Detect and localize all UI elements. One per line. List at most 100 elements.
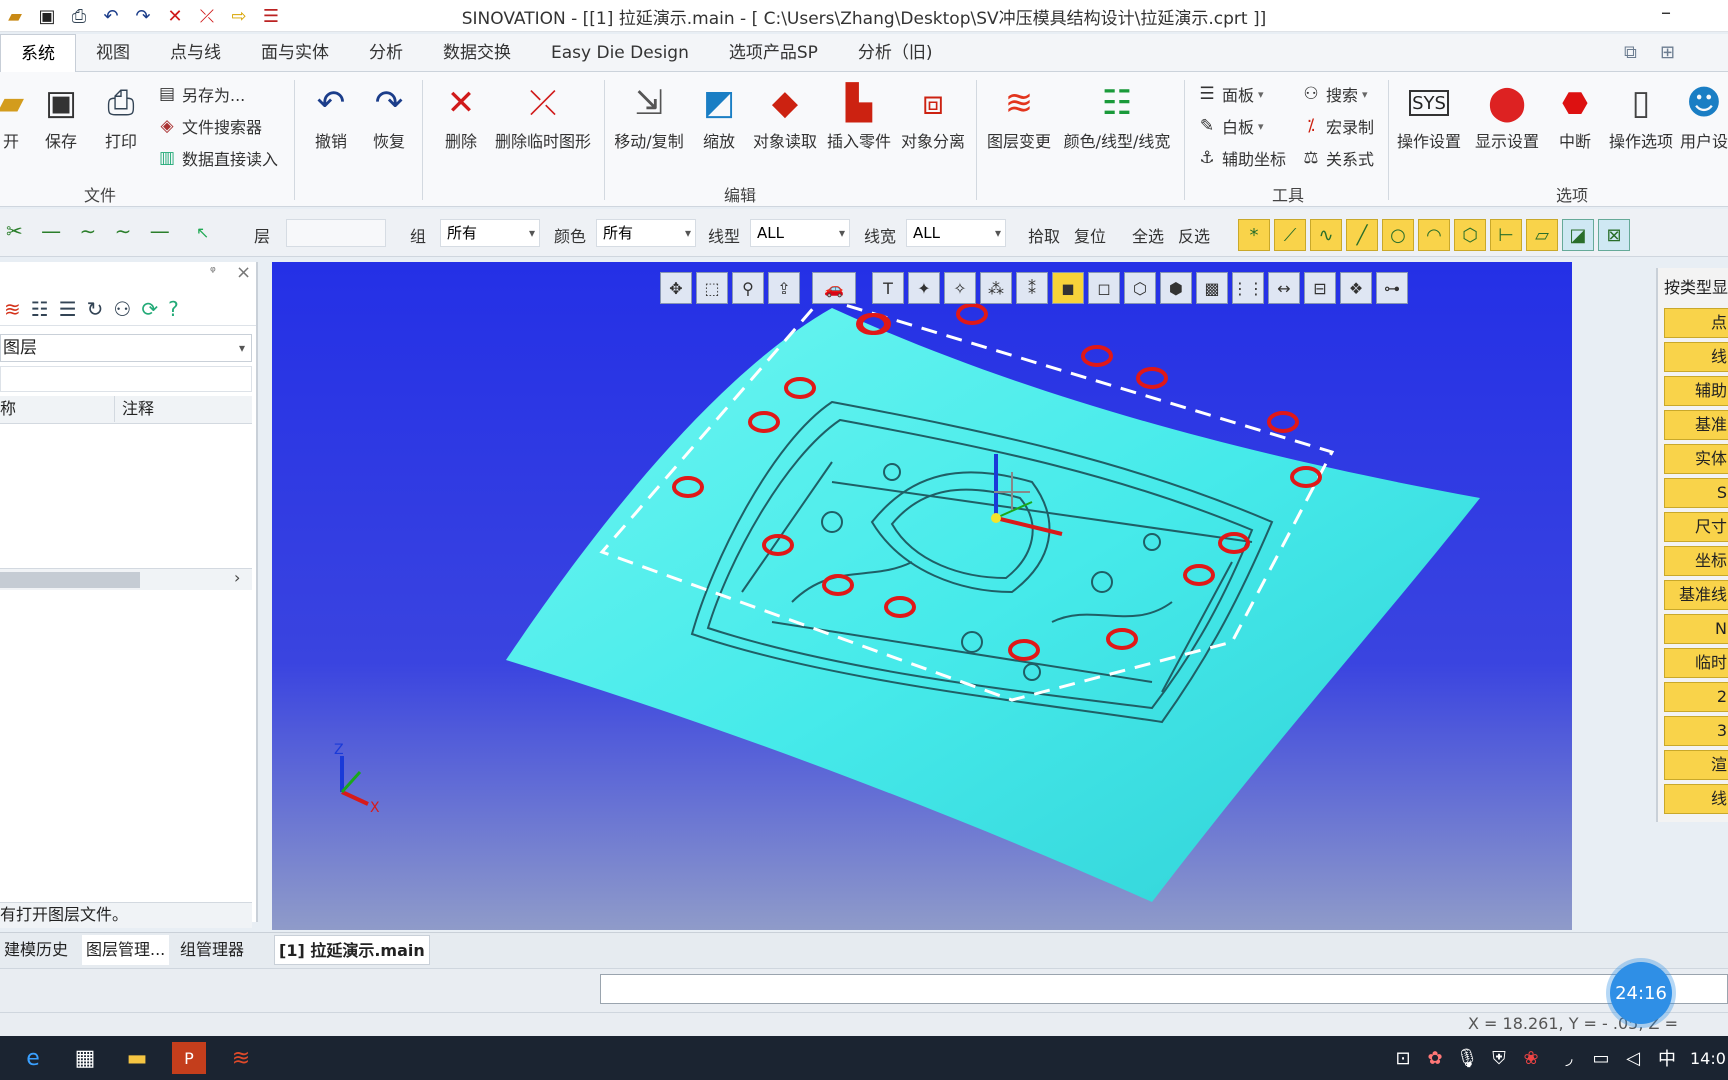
microphone-icon[interactable]: 🎙 [1450,1042,1484,1074]
type-button-datum[interactable]: 基准 [1664,410,1728,440]
sync-icon[interactable]: ⟳ [141,297,158,321]
edge-icon[interactable]: e [16,1042,50,1074]
stop-button[interactable]: ⬣ 中断 [1544,82,1606,152]
type-button-render[interactable]: 渲 [1664,750,1728,780]
tray-flower-icon[interactable]: ❀ [1514,1042,1548,1074]
volume-icon[interactable]: ◁ [1616,1042,1650,1074]
group-select[interactable]: 所有 ▾ [440,219,540,247]
tab-group-manager[interactable]: 组管理器 [176,935,248,965]
calculator-icon[interactable]: ▦ [68,1042,102,1074]
surface-snap-icon[interactable]: ▱ [1526,219,1558,251]
help-icon[interactable]: ? [168,297,179,321]
layer-change-button[interactable]: ≋ 图层变更 [987,82,1051,152]
type-button-2[interactable]: 2 [1664,682,1728,712]
select-all-button[interactable]: 全选 [1132,223,1164,247]
battery-icon[interactable]: ▭ [1584,1042,1618,1074]
grid-icon[interactable]: ⋮⋮ [1232,272,1264,304]
render-icon[interactable]: ❖ [1340,272,1372,304]
wire-cube-icon[interactable]: ◻ [1088,272,1120,304]
object-separate-button[interactable]: ⧈ 对象分离 [901,82,965,152]
tab-system[interactable]: 系统 [0,33,76,72]
bulb-icon[interactable]: ✦ [908,272,940,304]
tab-layer-manager[interactable]: 图层管理... [82,935,170,965]
tab-analysis[interactable]: 分析 [349,34,423,72]
panel-button[interactable]: ☰ 面板 ▾ [1196,82,1263,106]
color-select[interactable]: 所有 ▾ [596,219,696,247]
tab-point-line[interactable]: 点与线 [150,34,241,72]
file-search-button[interactable]: ◈ 文件搜索器 [156,114,262,138]
horizontal-scrollbar[interactable]: › [0,568,252,590]
invert-selection-button[interactable]: 反选 [1178,223,1210,247]
layout-icon[interactable]: ⊞ [1660,42,1675,63]
tab-easy-die-design[interactable]: Easy Die Design [531,34,709,72]
direct-read-button[interactable]: ▥ 数据直接读入 [156,146,278,170]
column-name[interactable]: 称 [0,396,16,422]
scroll-thumb[interactable] [0,572,140,588]
3d-viewport[interactable]: Z X ✥ ⬚ ⚲ ⇪ 🚗 T ✦ ✧ ⁂ ⁑ ◼ ◻ ⬡ ⬢ ▩ ⋮⋮ ↔ ⊟… [272,262,1572,930]
whiteboard-button[interactable]: ✎ 白板 ▾ [1196,114,1264,138]
segment-snap-icon[interactable]: ╱ [1346,219,1378,251]
user-settings-button[interactable]: ☻ 用户设 [1680,82,1728,152]
chevron-right-icon[interactable]: › [234,568,240,587]
tab-data-exchange[interactable]: 数据交换 [423,34,531,72]
pin-icon[interactable]: ᵠ [210,264,216,280]
save-button[interactable]: ▣ 保存 [30,82,92,152]
layers-icon[interactable]: ≋ [4,297,21,321]
type-button-wire[interactable]: 线 [1664,784,1728,814]
op-options-button[interactable]: ▯ 操作选项 [1609,82,1673,152]
checklist-icon[interactable]: ☰ [59,297,77,321]
linetype-select[interactable]: ALL ▾ [750,219,850,247]
shaded-cube-icon[interactable]: ◼ [1052,272,1084,304]
list-icon[interactable]: ☷ [31,297,49,321]
relation-button[interactable]: ⚖ 关系式 [1300,146,1374,170]
search-button[interactable]: ⚇ 搜索 ▾ [1300,82,1367,106]
type-button-s[interactable]: S [1664,478,1728,508]
op-settings-button[interactable]: SYS 操作设置 [1397,82,1461,152]
aux-coord-button[interactable]: ⚓ 辅助坐标 [1196,146,1286,170]
hidden-cube-icon[interactable]: ⬡ [1124,272,1156,304]
light-group-icon[interactable]: ⁑ [1016,272,1048,304]
type-icon[interactable]: T [872,272,904,304]
tab-option-product[interactable]: 选项产品SP [709,34,838,72]
spline-snap-icon[interactable]: ∿ [1310,219,1342,251]
solid-cube-icon[interactable]: ▩ [1196,272,1228,304]
circle-snap-icon[interactable]: ○ [1382,219,1414,251]
tab-document[interactable]: [1] 拉延演示.main [274,935,430,965]
ime-language[interactable]: 中 [1650,1042,1684,1074]
close-icon[interactable]: × [236,262,251,283]
tray-app-icon[interactable]: ✿ [1418,1042,1452,1074]
measure-icon[interactable]: ↔ [1268,272,1300,304]
zoom-icon[interactable]: ⚲ [732,272,764,304]
type-button-temp[interactable]: 临时 [1664,648,1728,678]
move-copy-button[interactable]: ⇲ 移动/复制 [614,82,683,152]
undo-button[interactable]: ↶ 撤销 [300,82,362,152]
tab-modeling-history[interactable]: 建模历史 [0,935,72,965]
delete-temp-button[interactable]: ⤫ 删除临时图形 [495,82,591,152]
command-input[interactable] [600,974,1728,1004]
clock[interactable]: 14:0 [1690,1042,1728,1074]
tab-view[interactable]: 视图 [76,34,150,72]
layer-filter-input[interactable] [0,366,252,392]
wifi-icon[interactable]: ◞ [1552,1042,1586,1074]
column-comment[interactable]: 注释 [122,396,154,422]
pan-icon[interactable]: ✥ [660,272,692,304]
display-settings-button[interactable]: ⬤ 显示设置 [1475,82,1539,152]
shield-icon[interactable]: ⛨ [1482,1042,1516,1074]
zoom-window-icon[interactable]: ⬚ [696,272,728,304]
layer-input[interactable] [286,219,386,247]
bulb-off-icon[interactable]: ✧ [944,272,976,304]
line-tools-icon[interactable]: ✂ — ∼ ∼ — [6,219,176,243]
save-as-button[interactable]: ▤ 另存为... [156,82,245,106]
type-button-coord[interactable]: 坐标 [1664,546,1728,576]
dimension-snap-icon[interactable]: ⊢ [1490,219,1522,251]
type-button-point[interactable]: 点 [1664,308,1728,338]
object-read-button[interactable]: ◆ 对象读取 [753,82,817,152]
redo-button[interactable]: ↷ 恢复 [358,82,420,152]
minimize-button[interactable]: – [1648,0,1684,32]
type-button-datum-line[interactable]: 基准线 [1664,580,1728,610]
type-button-n[interactable]: N [1664,614,1728,644]
tab-analysis-old[interactable]: 分析（旧) [838,34,953,72]
type-button-solid[interactable]: 实体 [1664,444,1728,474]
sinovation-icon[interactable]: ≋ [224,1042,258,1074]
tab-surface-solid[interactable]: 面与实体 [241,34,349,72]
